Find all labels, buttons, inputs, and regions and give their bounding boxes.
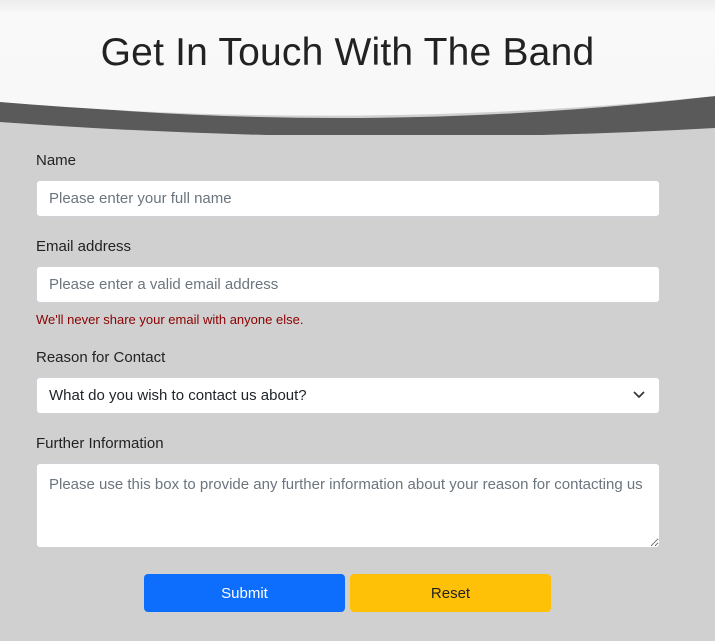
- info-textarea[interactable]: [36, 463, 660, 548]
- reason-select[interactable]: What do you wish to contact us about?: [36, 377, 660, 414]
- reset-button[interactable]: Reset: [350, 574, 551, 612]
- submit-button[interactable]: Submit: [144, 574, 345, 612]
- reason-label: Reason for Contact: [36, 349, 166, 366]
- chevron-down-icon: [633, 391, 645, 398]
- name-label: Name: [36, 152, 77, 169]
- name-input[interactable]: [36, 180, 660, 217]
- email-help-text: We'll never share your email with anyone…: [36, 312, 304, 327]
- email-input[interactable]: [36, 266, 660, 303]
- info-label: Further Information: [36, 435, 164, 452]
- email-label: Email address: [36, 238, 132, 255]
- reason-select-value: What do you wish to contact us about?: [49, 387, 307, 404]
- page-title: Get In Touch With The Band: [100, 31, 595, 74]
- page-header: Get In Touch With The Band: [0, 0, 715, 135]
